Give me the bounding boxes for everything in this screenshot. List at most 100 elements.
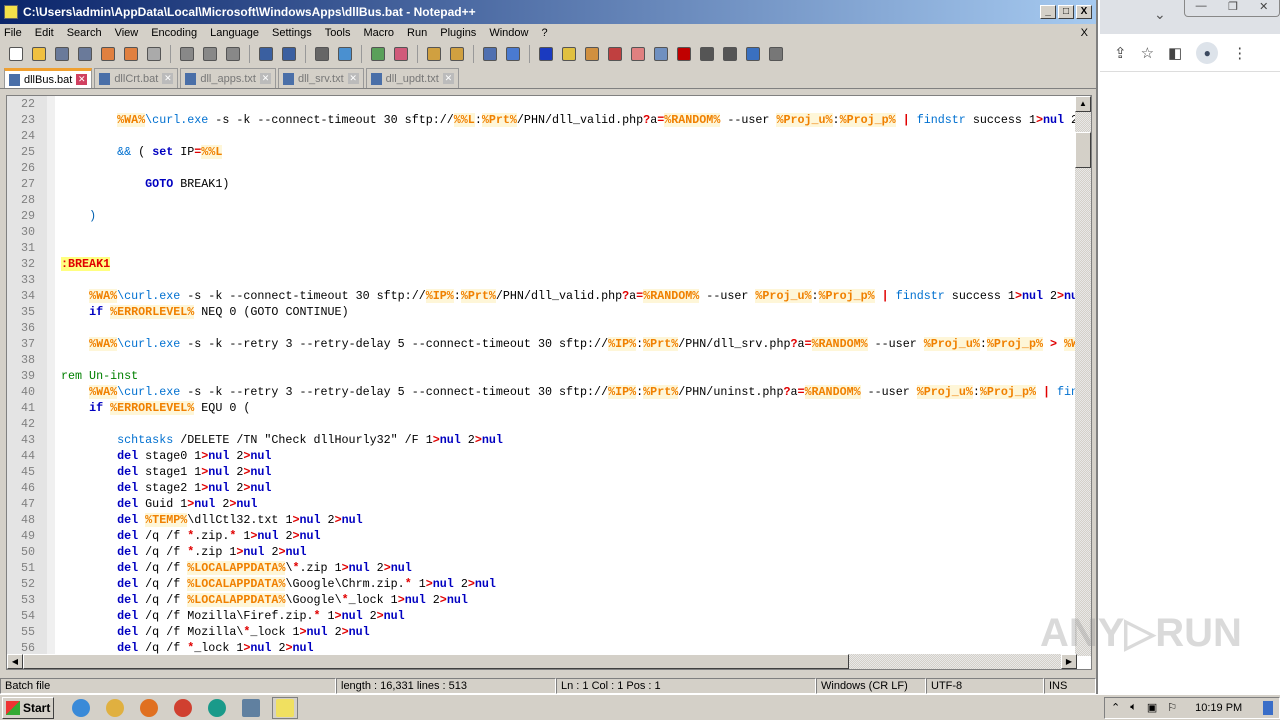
save-all-button[interactable]: [75, 44, 95, 64]
chrome-close-button[interactable]: ✕: [1259, 0, 1268, 16]
minimize-button[interactable]: _: [1040, 5, 1056, 19]
menu-window[interactable]: Window: [489, 27, 528, 39]
zoom-in-button[interactable]: [368, 44, 388, 64]
token-kw: del: [117, 561, 139, 575]
fold-margin[interactable]: [47, 96, 55, 669]
undo-button[interactable]: [256, 44, 276, 64]
side-panel-icon[interactable]: ◧: [1168, 44, 1182, 62]
close-tab-icon[interactable]: ✕: [347, 73, 359, 84]
menu-file[interactable]: File: [4, 27, 22, 39]
taskbar-chrome[interactable]: [170, 697, 196, 719]
open-button[interactable]: [29, 44, 49, 64]
copy-button[interactable]: [200, 44, 220, 64]
vertical-scrollbar[interactable]: ▲: [1075, 96, 1091, 656]
zoom-out-button[interactable]: [391, 44, 411, 64]
horizontal-scrollbar[interactable]: ◀ ▶: [7, 654, 1077, 669]
tab-dllCrt-bat[interactable]: dllCrt.bat ✕: [94, 68, 179, 88]
stop-button[interactable]: [697, 44, 717, 64]
tab-dll_updt-txt[interactable]: dll_updt.txt ✕: [365, 68, 459, 88]
close-document-button[interactable]: X: [1081, 27, 1088, 39]
menu-help[interactable]: ?: [541, 27, 547, 39]
show-desktop-icon[interactable]: [1263, 700, 1273, 715]
vertical-scroll-thumb[interactable]: [1075, 132, 1091, 168]
func-list-button[interactable]: [605, 44, 625, 64]
menu-macro[interactable]: Macro: [363, 27, 394, 39]
code-area[interactable]: %WA%\curl.exe -s -k --connect-timeout 30…: [55, 96, 1077, 656]
menu-view[interactable]: View: [115, 27, 139, 39]
taskbar-notepad-plus-plus[interactable]: [272, 696, 298, 719]
start-button[interactable]: Start: [2, 696, 54, 719]
menu-tools[interactable]: Tools: [325, 27, 351, 39]
tab-dllBus-bat[interactable]: dllBus.bat ✕: [4, 68, 93, 88]
taskbar-media-player[interactable]: [136, 697, 162, 719]
folder-button[interactable]: [628, 44, 648, 64]
taskbar-internet-explorer[interactable]: [68, 697, 94, 719]
record-button[interactable]: [674, 44, 694, 64]
taskbar-network-tool[interactable]: [238, 697, 264, 719]
sync-v-button[interactable]: [424, 44, 444, 64]
action-center-flag-icon[interactable]: ⚐: [1167, 701, 1177, 714]
profile-avatar-icon[interactable]: ●: [1196, 41, 1219, 64]
paste-button[interactable]: [223, 44, 243, 64]
title-bar: C:\Users\admin\AppData\Local\Microsoft\W…: [0, 0, 1096, 24]
line-number: 36: [20, 321, 35, 335]
menu-search[interactable]: Search: [67, 27, 102, 39]
menu-edit[interactable]: Edit: [35, 27, 54, 39]
menu-plugins[interactable]: Plugins: [440, 27, 476, 39]
wrap-button[interactable]: [480, 44, 500, 64]
taskbar-edge[interactable]: [204, 697, 230, 719]
print-button[interactable]: [144, 44, 164, 64]
chrome-menu-icon[interactable]: ⋮: [1232, 44, 1247, 62]
chrome-minimize-button[interactable]: —: [1196, 0, 1207, 16]
share-icon[interactable]: ⇪: [1114, 44, 1127, 62]
menu-language[interactable]: Language: [210, 27, 259, 39]
close-button[interactable]: X: [1076, 5, 1092, 19]
find-button[interactable]: [312, 44, 332, 64]
token-txt: /DELETE /TN "Check dllHourly32" /F 1: [173, 433, 433, 447]
replace-button[interactable]: [335, 44, 355, 64]
monitor-button[interactable]: [651, 44, 671, 64]
find-icon: [315, 47, 329, 61]
network-icon[interactable]: ▣: [1147, 701, 1157, 714]
save-button[interactable]: [52, 44, 72, 64]
code-editor[interactable]: 22 23 24 25 26 27 28 29 30 31 32 33 34 35 36 37 38 39 40 41…: [6, 95, 1092, 670]
clock[interactable]: 10:19 PM: [1195, 702, 1242, 714]
show-all-button[interactable]: [503, 44, 523, 64]
new-button[interactable]: [6, 44, 26, 64]
volume-icon[interactable]: 🔈︎: [1130, 701, 1137, 714]
menu-encoding[interactable]: Encoding: [151, 27, 197, 39]
cut-button[interactable]: [177, 44, 197, 64]
udl-button[interactable]: [559, 44, 579, 64]
star-icon[interactable]: ☆: [1141, 44, 1154, 62]
horizontal-scroll-thumb[interactable]: [23, 654, 849, 669]
scroll-left-arrow-icon[interactable]: ◀: [7, 654, 23, 669]
close-button[interactable]: [98, 44, 118, 64]
chrome-restore-button[interactable]: ❐: [1228, 0, 1238, 16]
close-all-button[interactable]: [121, 44, 141, 64]
close-tab-icon[interactable]: ✕: [76, 74, 88, 85]
maximize-button[interactable]: □: [1058, 5, 1074, 19]
sync-h-button[interactable]: [447, 44, 467, 64]
play-multi-button[interactable]: [743, 44, 763, 64]
close-tab-icon[interactable]: ✕: [442, 73, 454, 84]
close-tab-icon[interactable]: ✕: [260, 73, 271, 84]
doc-map-button[interactable]: [582, 44, 602, 64]
tab-dll_srv-txt[interactable]: dll_srv.txt ✕: [278, 68, 364, 88]
play-button[interactable]: [720, 44, 740, 64]
tray-expand-icon[interactable]: ⌃: [1111, 701, 1120, 714]
save-macro-button[interactable]: [766, 44, 786, 64]
scroll-right-arrow-icon[interactable]: ▶: [1061, 654, 1077, 669]
redo-button[interactable]: [279, 44, 299, 64]
tab-search-chevron-icon[interactable]: ⌄: [1154, 6, 1166, 23]
tab-dll_apps-txt[interactable]: dll_apps.txt ✕: [180, 68, 276, 88]
menu-run[interactable]: Run: [407, 27, 427, 39]
window-title: C:\Users\admin\AppData\Local\Microsoft\W…: [23, 5, 476, 19]
scroll-up-arrow-icon[interactable]: ▲: [1075, 96, 1091, 112]
indent-guide-button[interactable]: [536, 44, 556, 64]
close-tab-icon[interactable]: ✕: [162, 73, 174, 84]
taskbar-file-explorer[interactable]: [102, 697, 128, 719]
menu-settings[interactable]: Settings: [272, 27, 312, 39]
token-txt: 2: [264, 545, 279, 559]
